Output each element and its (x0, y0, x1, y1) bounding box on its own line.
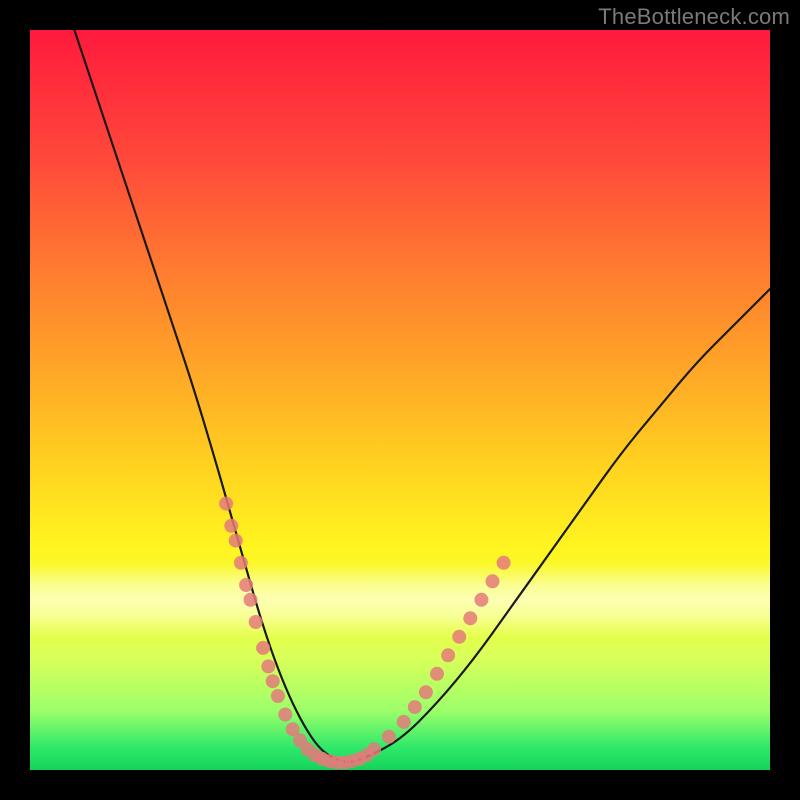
highlight-dot (278, 708, 292, 722)
highlight-dots (219, 497, 511, 770)
chart-frame: TheBottleneck.com (0, 0, 800, 800)
highlight-dot (239, 578, 253, 592)
highlight-dot (293, 733, 307, 747)
highlight-dot (244, 593, 258, 607)
highlight-dot (452, 630, 466, 644)
highlight-dot (266, 674, 280, 688)
highlight-dot (397, 715, 411, 729)
highlight-dot (315, 752, 329, 766)
highlight-dot (256, 641, 270, 655)
plot-area (30, 30, 770, 770)
highlight-dot (224, 519, 238, 533)
highlight-dot (308, 748, 322, 762)
highlight-dot (219, 497, 233, 511)
highlight-dot (352, 752, 366, 766)
highlight-dot (229, 534, 243, 548)
highlight-dot (367, 742, 381, 756)
highlight-dot (382, 730, 396, 744)
highlight-dot (261, 659, 275, 673)
highlight-dot (338, 756, 352, 770)
highlight-dot (474, 593, 488, 607)
highlight-dot (249, 615, 263, 629)
highlight-dot (360, 748, 374, 762)
highlight-dot (286, 722, 300, 736)
highlight-dot (486, 574, 500, 588)
highlight-dot (301, 742, 315, 756)
highlight-dot (271, 689, 285, 703)
highlight-dot (419, 685, 433, 699)
highlight-dot (323, 754, 337, 768)
highlight-dot (408, 700, 422, 714)
pale-yellow-band (30, 563, 770, 637)
highlight-dot (234, 556, 248, 570)
highlight-dot (430, 667, 444, 681)
highlight-dot (463, 611, 477, 625)
highlight-dot (330, 756, 344, 770)
curve-layer (30, 30, 770, 770)
highlight-dot (345, 754, 359, 768)
highlight-dot (497, 556, 511, 570)
highlight-dot (441, 648, 455, 662)
bottleneck-curve (74, 30, 770, 762)
watermark-text: TheBottleneck.com (598, 4, 790, 30)
